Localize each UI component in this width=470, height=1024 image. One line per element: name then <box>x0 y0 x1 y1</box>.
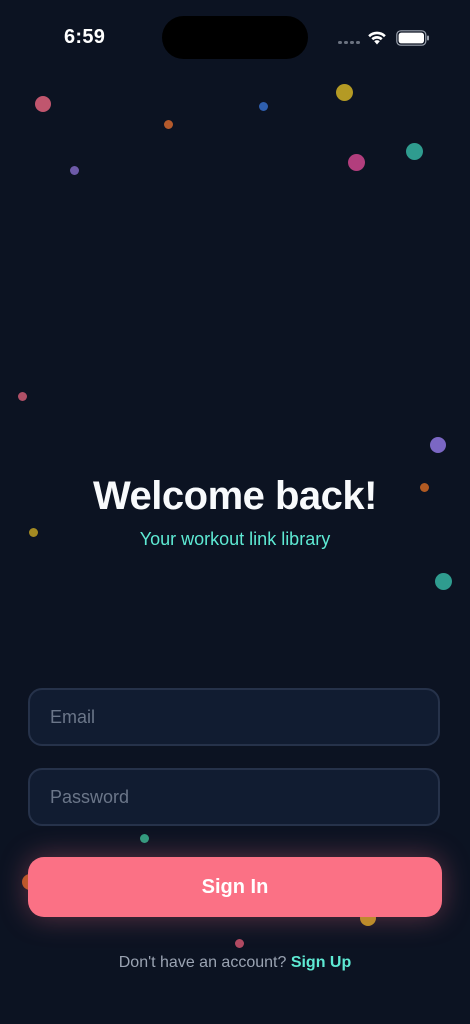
confetti-dot <box>435 573 452 590</box>
confetti-dot <box>336 84 353 101</box>
confetti-dot <box>140 834 149 843</box>
battery-icon <box>396 30 429 46</box>
status-bar: 6:59 <box>0 0 470 70</box>
status-time: 6:59 <box>64 26 106 48</box>
confetti-dot <box>348 154 365 171</box>
confetti-dot <box>259 102 268 111</box>
hero-section: Welcome back! Your workout link library <box>0 470 470 550</box>
confetti-dot <box>35 96 51 112</box>
confetti-dot <box>70 166 79 175</box>
confetti-dot <box>406 143 423 160</box>
sign-up-link[interactable]: Sign Up <box>291 954 351 971</box>
email-field[interactable] <box>28 688 440 746</box>
confetti-dot <box>164 120 173 129</box>
signup-prompt-text: Don't have an account? <box>118 954 287 971</box>
password-field[interactable] <box>28 768 440 826</box>
confetti-dot <box>235 939 244 948</box>
page-title: Welcome back! <box>93 474 378 518</box>
wifi-icon <box>368 31 386 45</box>
dynamic-island <box>162 16 308 59</box>
cellular-signal-icon <box>338 41 360 45</box>
confetti-dot <box>18 392 27 401</box>
signup-prompt-row: Don't have an account? Sign Up <box>0 954 470 972</box>
sign-in-button[interactable]: Sign In <box>28 857 442 917</box>
page-subtitle: Your workout link library <box>139 529 331 549</box>
confetti-dot <box>430 437 446 453</box>
